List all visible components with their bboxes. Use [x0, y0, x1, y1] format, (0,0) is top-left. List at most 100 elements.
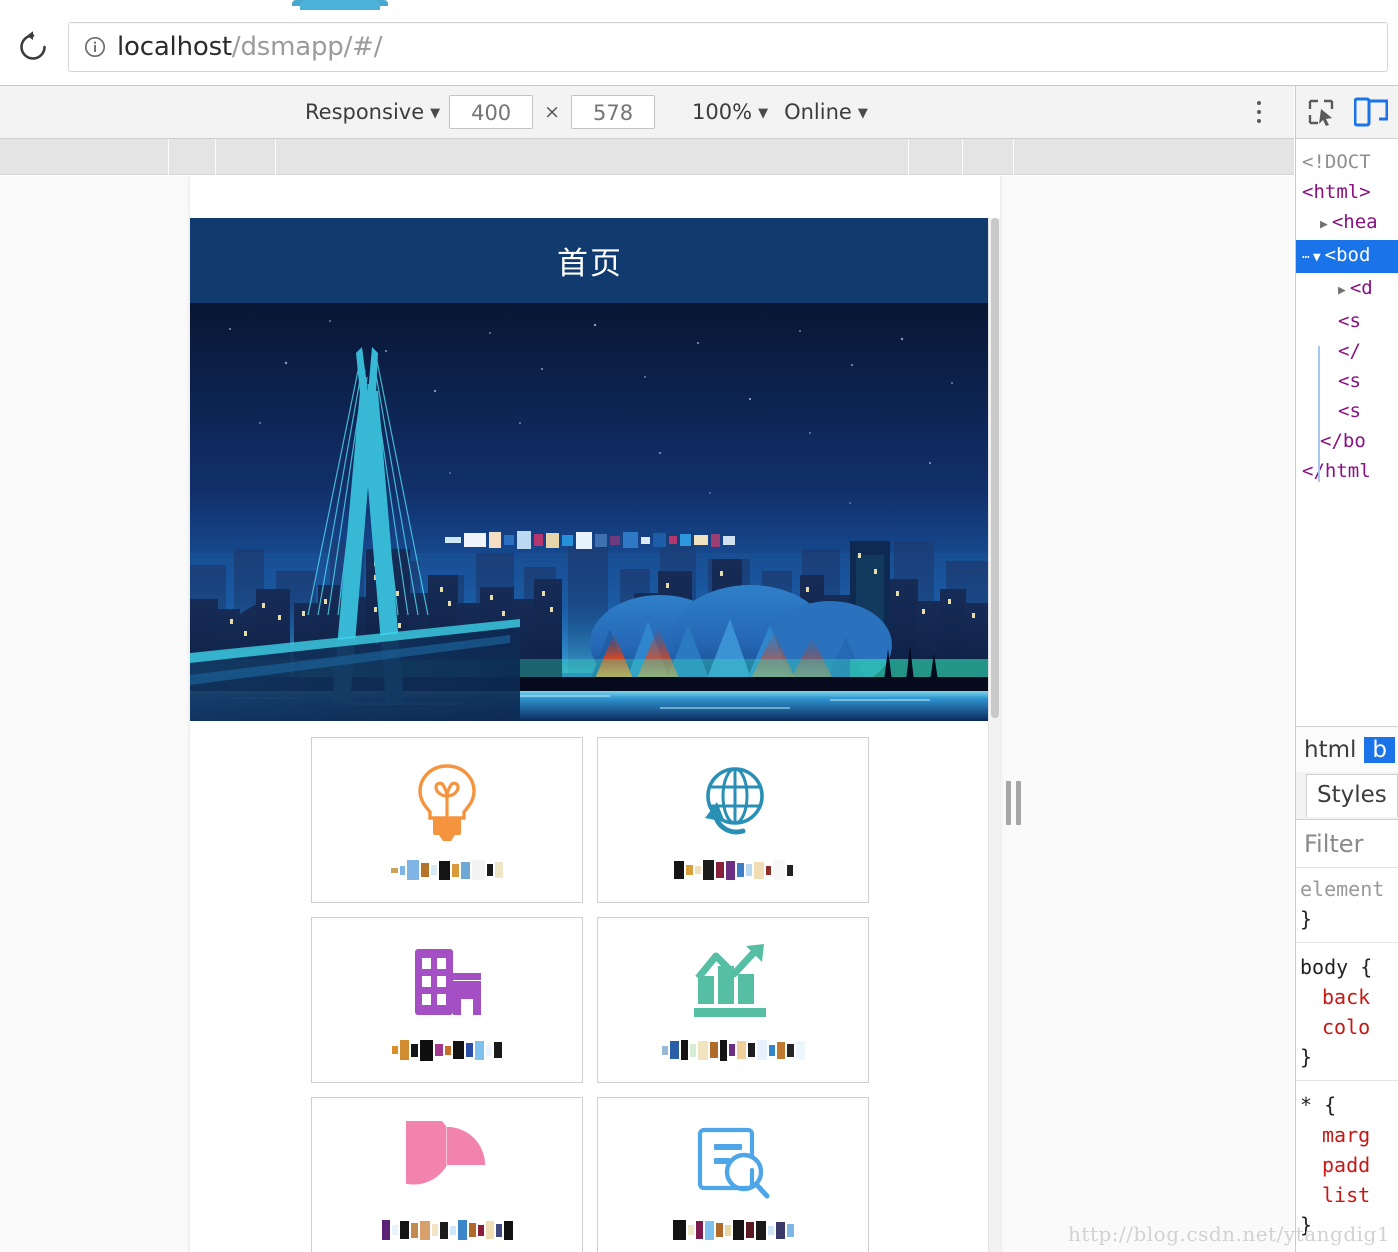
kebab-menu-icon[interactable]: [1246, 97, 1272, 127]
css-brace: }: [1300, 907, 1313, 931]
ruler-tick: [908, 139, 909, 175]
dom-node-script[interactable]: <s: [1298, 306, 1398, 336]
css-rule-body[interactable]: body { back colo }: [1300, 952, 1398, 1072]
ruler-tick: [962, 139, 963, 175]
lightbulb-idea-icon: [399, 756, 495, 848]
night-city-skyline-image: [190, 303, 990, 721]
chevron-down-icon: ▼: [857, 105, 868, 121]
css-brace: }: [1300, 1045, 1313, 1069]
css-property[interactable]: back: [1300, 982, 1398, 1012]
growth-bar-chart-icon: [685, 936, 781, 1028]
document-search-icon: [685, 1116, 781, 1208]
feature-card-grid: [190, 721, 990, 1252]
chevron-down-icon: ▼: [758, 105, 769, 121]
viewport-resize-handle[interactable]: [1004, 780, 1022, 826]
styles-tab-bar: Styles: [1296, 772, 1398, 820]
kebab-dot: [1257, 101, 1261, 105]
css-rule-divider: [1296, 1080, 1398, 1081]
reload-button[interactable]: [12, 26, 54, 68]
hero-banner[interactable]: [190, 303, 990, 721]
dom-node-body-close[interactable]: </bo: [1298, 426, 1398, 456]
page-content: 首页: [190, 218, 1000, 1252]
url-host: localhost: [117, 32, 232, 62]
feature-card-label-redacted: [392, 1036, 502, 1064]
globe-refresh-icon: [685, 756, 781, 848]
feature-card-label-redacted: [381, 1216, 513, 1244]
feature-card[interactable]: [311, 737, 583, 903]
viewport-height-input[interactable]: 578: [571, 95, 656, 129]
device-preset-label: Responsive: [305, 100, 425, 124]
css-selector: body {: [1300, 955, 1373, 979]
reload-icon: [16, 30, 50, 64]
breadcrumb-item-html[interactable]: html: [1296, 737, 1364, 763]
breadcrumb-item-body[interactable]: b: [1364, 736, 1395, 763]
css-property[interactable]: marg: [1300, 1120, 1398, 1150]
css-property[interactable]: padd: [1300, 1150, 1398, 1180]
page-scrollbar-thumb[interactable]: [991, 218, 999, 718]
chevron-down-icon: ▼: [430, 105, 441, 121]
devtools-icon-bar: [1296, 86, 1398, 139]
network-throttle-selector[interactable]: Online ▼: [784, 100, 868, 124]
dom-node-div[interactable]: ▶ <d: [1298, 273, 1398, 306]
css-property[interactable]: colo: [1300, 1012, 1398, 1042]
viewport-ruler[interactable]: [0, 139, 1294, 175]
css-property[interactable]: list: [1300, 1180, 1398, 1210]
watermark: http://blog.csdn.net/ytangdig1: [1068, 1222, 1391, 1246]
feature-card[interactable]: [311, 917, 583, 1083]
resize-grip-bar: [1015, 781, 1021, 825]
dom-node-head[interactable]: ▶ <hea: [1298, 207, 1398, 240]
breadcrumb: html b: [1296, 726, 1398, 772]
dom-node-close[interactable]: </: [1298, 336, 1398, 366]
app-header: 首页: [190, 218, 990, 303]
inspect-element-icon[interactable]: [1306, 97, 1336, 127]
viewport-width-input[interactable]: 400: [449, 95, 534, 129]
feature-card-label-redacted: [661, 1036, 805, 1064]
address-bar-text: localhost/dsmapp/#/: [117, 32, 383, 62]
kebab-dot: [1257, 110, 1261, 114]
resize-grip-bar: [1005, 781, 1011, 825]
url-path: /dsmapp/#/: [231, 32, 383, 62]
ruler-tick: [215, 139, 216, 175]
dom-node-script[interactable]: <s: [1298, 366, 1398, 396]
dom-tree-guide-line: [1318, 346, 1320, 482]
office-building-icon: [399, 936, 495, 1028]
dom-node-html-close[interactable]: </html: [1298, 456, 1398, 486]
kebab-dot: [1257, 119, 1261, 123]
feature-card[interactable]: [311, 1097, 583, 1252]
ruler-tick: [168, 139, 169, 175]
styles-filter-input[interactable]: Filter: [1304, 830, 1363, 858]
css-selector: * {: [1300, 1093, 1337, 1117]
address-bar[interactable]: localhost/dsmapp/#/: [68, 22, 1388, 72]
feature-card[interactable]: [597, 1097, 869, 1252]
dom-node-body[interactable]: ⋯ ▼ <bod: [1296, 240, 1398, 273]
browser-tab-active[interactable]: [300, 0, 380, 10]
ruler-tick: [275, 139, 276, 175]
emulated-device-frame: 首页: [190, 176, 1000, 1252]
pie-chart-icon: [399, 1116, 495, 1208]
dom-node-html[interactable]: <html>: [1298, 177, 1398, 207]
styles-filter-row[interactable]: Filter: [1296, 820, 1398, 868]
feature-card[interactable]: [597, 737, 869, 903]
device-viewport-area: 首页: [0, 176, 1294, 1252]
zoom-selector[interactable]: 100% ▼: [692, 100, 768, 124]
feature-card-label-redacted: [673, 856, 793, 884]
feature-card[interactable]: [597, 917, 869, 1083]
dimension-separator: ×: [544, 101, 561, 123]
throttle-label: Online: [784, 100, 852, 124]
feature-card-label-redacted: [391, 856, 503, 884]
tab-styles[interactable]: Styles: [1306, 774, 1398, 817]
ruler-tick: [1013, 139, 1014, 175]
device-preset-selector[interactable]: Responsive ▼: [305, 100, 440, 124]
page-info-icon[interactable]: [83, 35, 107, 59]
dom-tree[interactable]: <!DOCT <html> ▶ <hea ⋯ ▼ <bod ▶ <d <s </ <s …: [1296, 139, 1398, 486]
dom-node-script[interactable]: <s: [1298, 396, 1398, 426]
dom-node-doctype[interactable]: <!DOCT: [1298, 147, 1398, 177]
css-rule-universal[interactable]: * { marg padd list }: [1300, 1090, 1398, 1240]
page-scrollbar[interactable]: [988, 218, 1000, 1252]
feature-card-label-redacted: [672, 1216, 794, 1244]
device-toolbar-icon[interactable]: [1354, 97, 1388, 127]
device-emulation-toolbar: Responsive ▼ 400 × 578 100% ▼ Online ▼: [0, 86, 1294, 139]
css-rule-element-style[interactable]: element }: [1300, 874, 1398, 934]
page-title: 首页: [557, 246, 623, 282]
devtools-panel: <!DOCT <html> ▶ <hea ⋯ ▼ <bod ▶ <d <s </ <s …: [1295, 86, 1398, 1252]
